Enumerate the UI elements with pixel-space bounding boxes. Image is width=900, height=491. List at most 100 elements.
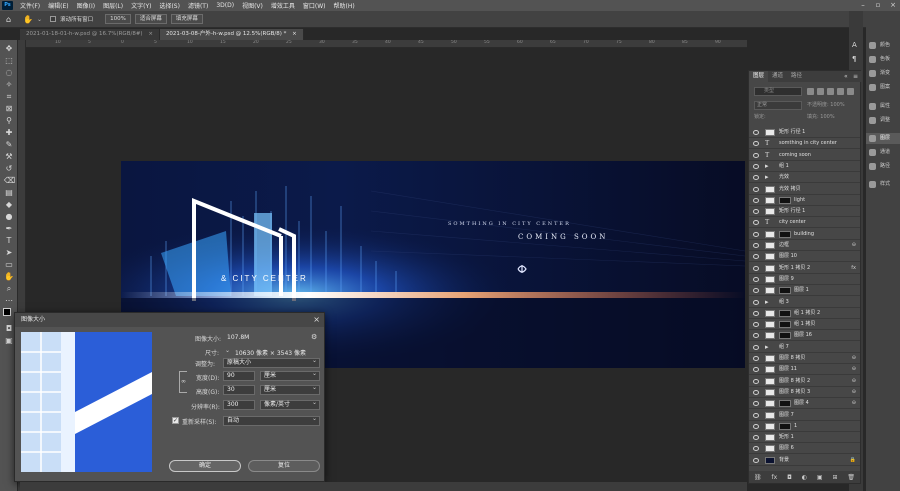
brush-tool-icon[interactable]: ✎ (4, 140, 14, 149)
panel-button-properties[interactable]: 属性 (866, 101, 900, 112)
layer-row[interactable]: 图层 7 (749, 409, 860, 421)
menu-window[interactable]: 窗口(W) (299, 1, 330, 10)
tab-layers[interactable]: 图层 (749, 71, 769, 82)
panel-button-layers[interactable]: 图层 (866, 133, 900, 144)
panel-menu-icon[interactable]: ≡ (853, 71, 858, 82)
layer-badge-icon[interactable]: ⊖ (852, 387, 856, 398)
menu-plugins[interactable]: 增效工具 (267, 1, 299, 10)
move-tool-icon[interactable]: ✥ (4, 44, 14, 53)
visibility-eye-icon[interactable] (753, 446, 759, 452)
tab-close-icon[interactable]: × (148, 31, 153, 37)
visibility-eye-icon[interactable] (753, 333, 759, 339)
tool-preset-chevron-icon[interactable]: ⌄ (37, 16, 42, 23)
collapse-icon[interactable]: « (844, 71, 848, 82)
visibility-eye-icon[interactable] (753, 186, 759, 192)
fit-to-select[interactable]: 原稿大小 (223, 357, 320, 368)
layer-row[interactable]: 组 1 拷贝 (749, 319, 860, 331)
visibility-eye-icon[interactable] (753, 378, 759, 384)
type-tool-icon[interactable]: T (4, 236, 14, 245)
visibility-eye-icon[interactable] (753, 231, 759, 237)
layer-style-icon[interactable]: fx (771, 474, 777, 481)
layer-filter-input[interactable]: 类型 (754, 87, 802, 96)
dimensions-chevron-icon[interactable]: ⌄ (225, 347, 230, 354)
fill-screen-button[interactable]: 填充屏幕 (170, 14, 203, 24)
layer-row[interactable]: ▸ 组 1 (749, 160, 860, 172)
filter-smart-object-icon[interactable] (847, 88, 854, 95)
fill-field[interactable]: 填充: 100% (807, 113, 835, 122)
foreground-color-swatch[interactable] (3, 308, 11, 316)
menu-type[interactable]: 文字(Y) (127, 1, 155, 10)
layer-row[interactable]: 图层 8 拷贝 2 ⊖ (749, 375, 860, 387)
layer-row[interactable]: 图层 1 (749, 285, 860, 297)
visibility-eye-icon[interactable] (753, 152, 759, 158)
menu-edit[interactable]: 编辑(E) (44, 1, 72, 10)
layer-badge-icon[interactable]: ⊖ (852, 376, 856, 387)
close-icon[interactable]: × (886, 0, 900, 11)
layer-row[interactable]: 矩形 1 拷贝 2 fx (749, 262, 860, 274)
menu-layer[interactable]: 图层(L) (99, 1, 127, 10)
maximize-icon[interactable]: ▫ (871, 0, 885, 11)
gradient-tool-icon[interactable]: ▤ (4, 188, 14, 197)
visibility-eye-icon[interactable] (753, 141, 759, 147)
visibility-eye-icon[interactable] (753, 310, 759, 316)
width-input[interactable]: 90 (223, 371, 255, 381)
resample-checkbox[interactable]: ✓ (172, 417, 179, 424)
scroll-all-checkbox[interactable] (50, 16, 57, 22)
layer-row[interactable]: 1 (749, 420, 860, 432)
layer-row[interactable]: 图层 16 (749, 330, 860, 342)
eyedropper-tool-icon[interactable]: ⚲ (4, 116, 14, 125)
layer-row[interactable]: 图层 9 (749, 273, 860, 285)
visibility-eye-icon[interactable] (753, 344, 759, 350)
layer-row[interactable]: 图层 6 (749, 443, 860, 455)
clone-stamp-tool-icon[interactable]: ⚒ (4, 152, 14, 161)
home-icon[interactable]: ⌂ (6, 15, 11, 24)
blur-tool-icon[interactable]: ◆ (4, 200, 14, 209)
zoom-tool-icon[interactable]: ⌕ (4, 284, 14, 293)
layer-row[interactable]: 图层 10 (749, 251, 860, 263)
layer-row[interactable]: ▸ 光效 (749, 172, 860, 184)
visibility-eye-icon[interactable] (753, 367, 759, 373)
visibility-eye-icon[interactable] (753, 457, 759, 463)
panel-button-paths[interactable]: 路径 (866, 161, 900, 172)
rectangle-tool-icon[interactable]: ▭ (4, 260, 14, 269)
menu-view[interactable]: 视图(V) (238, 1, 267, 10)
visibility-eye-icon[interactable] (753, 175, 759, 181)
new-group-icon[interactable]: ▣ (817, 474, 823, 481)
layer-row[interactable]: 图层 8 拷贝 3 ⊖ (749, 386, 860, 398)
document-tab-active[interactable]: 2021-03-08-户外-h-w.psd @ 12.5%(RGB/8) * × (159, 29, 304, 40)
layer-row[interactable]: 图层 4 ⊖ (749, 398, 860, 410)
width-unit-select[interactable]: 厘米 (260, 370, 320, 381)
add-mask-icon[interactable]: ◘ (787, 474, 792, 481)
layer-row[interactable]: light (749, 194, 860, 206)
visibility-eye-icon[interactable] (753, 288, 759, 294)
dialog-settings-icon[interactable]: ⚙ (311, 333, 317, 341)
eraser-tool-icon[interactable]: ⌫ (4, 176, 15, 185)
filter-adjustment-icon[interactable] (817, 88, 824, 95)
filter-type-icon[interactable] (827, 88, 834, 95)
resolution-input[interactable]: 300 (223, 400, 255, 410)
hand-tool-icon[interactable]: ✋ (4, 272, 14, 281)
tab-channels[interactable]: 通道 (768, 71, 787, 82)
quick-mask-icon[interactable]: ◘ (4, 324, 14, 333)
layer-row[interactable]: 组 1 拷贝 2 (749, 307, 860, 319)
panel-button-swatches[interactable]: 色板 (866, 54, 900, 65)
tab-paths[interactable]: 路径 (787, 71, 806, 82)
layer-row[interactable]: 光效 拷贝 (749, 183, 860, 195)
layer-row[interactable]: building (749, 228, 860, 240)
layer-row[interactable]: 矩形 1 (749, 432, 860, 444)
layer-mask-thumbnail[interactable] (779, 332, 791, 340)
panel-button-pattern[interactable]: 图案 (866, 82, 900, 93)
minimize-icon[interactable]: – (856, 0, 870, 11)
panel-button-channels[interactable]: 通道 (866, 147, 900, 158)
link-layers-icon[interactable]: ⛓ (754, 474, 762, 481)
opacity-field[interactable]: 不透明度: 100% (807, 101, 845, 110)
visibility-eye-icon[interactable] (753, 435, 759, 441)
adjustment-layer-icon[interactable]: ◐ (802, 474, 807, 481)
reset-button[interactable]: 复位 (248, 460, 320, 472)
layer-mask-thumbnail[interactable] (779, 196, 791, 204)
menu-filter[interactable]: 滤镜(T) (184, 1, 212, 10)
layer-mask-thumbnail[interactable] (779, 287, 791, 295)
layer-badge-icon[interactable]: ⊖ (852, 240, 856, 251)
menu-image[interactable]: 图像(I) (73, 1, 99, 10)
dodge-tool-icon[interactable]: ● (4, 212, 14, 221)
